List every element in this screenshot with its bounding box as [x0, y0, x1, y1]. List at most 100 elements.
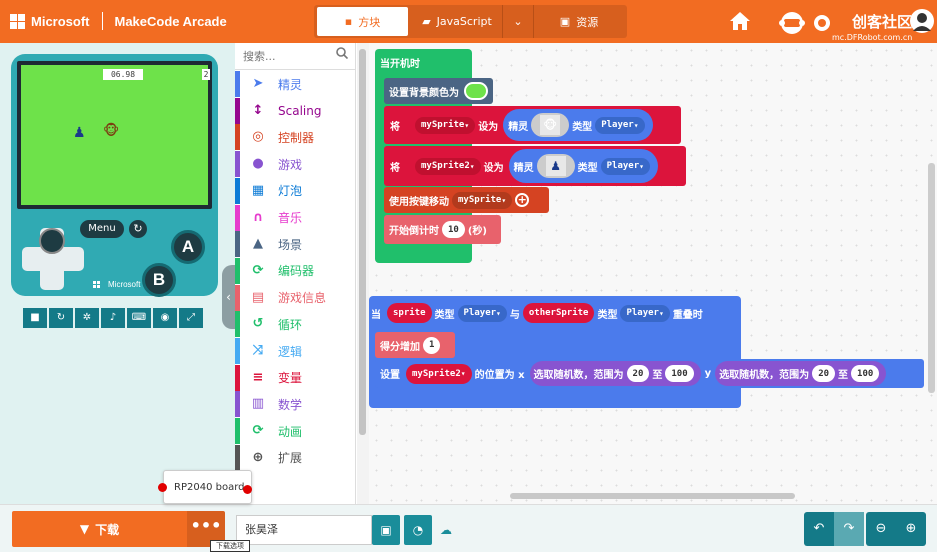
toolbox-category-9[interactable]: ↺ 循环 — [235, 311, 356, 338]
toolbox-category-13[interactable]: ⟳ 动画 — [235, 418, 356, 445]
set-background-block[interactable]: 设置背景颜色为 — [384, 78, 493, 104]
kind-dropdown[interactable]: Player — [600, 157, 650, 175]
category-label: Scaling — [278, 103, 322, 118]
avatar[interactable] — [910, 7, 934, 35]
random-min-input[interactable]: 20 — [626, 365, 650, 382]
sprite-param[interactable]: sprite — [387, 303, 432, 323]
toolbox-category-2[interactable]: ◎ 控制器 — [235, 124, 356, 151]
toolbox: ➤ 精灵 ↕ Scaling ◎ 控制器 ● 游戏 ▦ 灯泡 ∩ 音乐 ▲ 场景 ⟳ 编码器 ▤ 游戏信息 ↺ 循环 ⤨… — [235, 43, 356, 542]
b-button[interactable]: B — [142, 263, 176, 297]
stop-icon[interactable]: ■ — [22, 307, 48, 329]
dpad[interactable] — [16, 220, 90, 294]
kind-dropdown[interactable]: Player — [620, 304, 670, 322]
set-sprite-block[interactable]: 将 mySprite 设为 精灵 🐵 类型 Player — [384, 106, 681, 144]
kind-dropdown[interactable]: Player — [595, 116, 645, 134]
scrollbar-thumb[interactable] — [359, 49, 366, 435]
toolbox-category-14[interactable]: ⊕ 扩展 — [235, 444, 356, 471]
fullscreen-icon[interactable]: ⤢ — [178, 307, 204, 329]
set-position-block[interactable]: 设置 mySprite2 的位置为 x 选取随机数，范围为 20 至 100 y… — [375, 359, 924, 388]
variable-dropdown[interactable]: mySprite2 — [415, 157, 481, 175]
random-min-input[interactable]: 20 — [812, 365, 836, 382]
category-color-bar — [235, 71, 240, 97]
undo-icon[interactable]: ↶ — [804, 512, 834, 546]
type-label: 类型 — [597, 309, 618, 321]
category-label: 循环 — [278, 317, 303, 332]
tab-blocks-label: 方块 — [358, 15, 381, 29]
volume-icon[interactable]: ♪ — [100, 307, 126, 329]
brand[interactable]: Microsoft MakeCode Arcade — [10, 12, 227, 30]
random-y-block[interactable]: 选取随机数，范围为 20 至 100 — [715, 361, 887, 386]
save-icon[interactable]: ▣ — [372, 515, 400, 545]
move-label: 使用按键移动 — [389, 196, 449, 208]
grid-icon: ▦ — [251, 182, 265, 198]
list-icon: ≡ — [252, 369, 264, 385]
camera-icon[interactable]: ◉ — [152, 307, 178, 329]
toolbox-category-7[interactable]: ⟳ 编码器 — [235, 257, 356, 284]
toolbox-category-11[interactable]: ≡ 变量 — [235, 364, 356, 391]
toolbox-category-3[interactable]: ● 游戏 — [235, 151, 356, 178]
game-screen[interactable]: 06.98 2 ♟ 🐵 — [17, 61, 212, 209]
toolbox-category-10[interactable]: ⤨ 逻辑 — [235, 338, 356, 364]
random-x-block[interactable]: 选取随机数，范围为 20 至 100 — [529, 361, 701, 386]
collapse-simulator-icon[interactable]: ‹ — [222, 265, 235, 329]
variable-dropdown[interactable]: mySprite — [452, 191, 513, 209]
variable-dropdown[interactable]: mySprite — [415, 116, 476, 134]
start-countdown-block[interactable]: 开始倒计时 10 (秒) — [384, 215, 501, 244]
variable-dropdown[interactable]: mySprite2 — [406, 363, 472, 384]
toolbox-scrollbar[interactable] — [357, 43, 369, 504]
toolbox-category-0[interactable]: ➤ 精灵 — [235, 71, 356, 97]
project-name-input[interactable]: 张昊泽 — [236, 515, 372, 545]
toolbox-category-6[interactable]: ▲ 场景 — [235, 231, 356, 258]
language-dropdown[interactable]: ⌄ — [503, 7, 533, 36]
restart-icon[interactable]: ↻ — [48, 307, 74, 329]
toolbox-category-1[interactable]: ↕ Scaling — [235, 97, 356, 124]
countdown-input[interactable]: 10 — [442, 221, 465, 238]
circle-icon: ● — [252, 156, 264, 172]
tab-blocks[interactable]: ▪ 方块 — [317, 7, 408, 36]
home-icon[interactable] — [729, 11, 751, 31]
score-input[interactable]: 1 — [423, 336, 441, 354]
color-swatch[interactable] — [464, 82, 488, 100]
microsoft-badge-label: Microsoft — [108, 280, 141, 289]
toolbox-search — [235, 43, 356, 70]
tab-javascript[interactable]: ▰ JavaScript — [412, 7, 502, 36]
download-file-icon: ▼ — [79, 522, 90, 536]
sprite-image-field[interactable]: ♟ — [536, 154, 575, 178]
cloud-icon[interactable]: ☁ — [440, 523, 452, 537]
toolbox-category-5[interactable]: ∩ 音乐 — [235, 204, 356, 231]
toolbox-category-8[interactable]: ▤ 游戏信息 — [235, 284, 356, 311]
random-max-input[interactable]: 100 — [665, 365, 694, 382]
redo-icon[interactable]: ↷ — [834, 512, 864, 546]
random-label: 选取随机数，范围为 — [719, 370, 810, 381]
random-max-input[interactable]: 100 — [851, 365, 880, 382]
board-popup[interactable]: RP2040 board — [163, 470, 252, 504]
toolbox-category-4[interactable]: ▦ 灯泡 — [235, 177, 356, 204]
restart-icon[interactable]: ↻ — [129, 220, 147, 238]
tab-assets[interactable]: ▣ 资源 — [534, 7, 624, 36]
game-canvas[interactable]: 06.98 2 ♟ 🐵 — [21, 65, 210, 205]
plus-circle-icon[interactable]: + — [515, 193, 530, 207]
download-button[interactable]: ▼ 下载 — [12, 511, 187, 547]
kind-dropdown[interactable]: Player — [457, 304, 507, 322]
keyboard-icon[interactable]: ⌨ — [126, 307, 152, 329]
menu-button[interactable]: Menu — [80, 220, 124, 238]
create-sprite-block[interactable]: 精灵 ♟ 类型 Player — [508, 149, 658, 183]
change-score-block[interactable]: 得分增加 1 — [375, 332, 455, 358]
set-sprite2-block[interactable]: 将 mySprite2 设为 精灵 ♟ 类型 Player — [384, 146, 686, 186]
blocks-workspace[interactable]: 当开机时 设置背景颜色为 将 mySprite 设为 精灵 🐵 类型 Playe… — [369, 43, 937, 504]
move-with-buttons-block[interactable]: 使用按键移动 mySprite + — [384, 187, 549, 213]
workspace-scrollbar[interactable] — [928, 163, 935, 393]
chevron-down-icon: ⌄ — [513, 15, 523, 28]
github-icon[interactable]: ◔ — [404, 515, 432, 545]
other-sprite-param[interactable]: otherSprite — [522, 303, 595, 323]
workspace-hscrollbar[interactable] — [510, 493, 795, 499]
zoom-in-icon[interactable]: ⊕ — [896, 512, 926, 546]
zoom-out-icon[interactable]: ⊖ — [866, 512, 896, 546]
toolbox-category-12[interactable]: ▥ 数学 — [235, 391, 356, 418]
sprite-image-field[interactable]: 🐵 — [531, 113, 570, 137]
create-sprite-block[interactable]: 精灵 🐵 类型 Player — [503, 109, 653, 141]
debug-icon[interactable]: ✲ — [74, 307, 100, 329]
search-icon[interactable] — [336, 47, 348, 59]
search-input[interactable] — [243, 47, 333, 65]
a-button[interactable]: A — [171, 230, 205, 264]
